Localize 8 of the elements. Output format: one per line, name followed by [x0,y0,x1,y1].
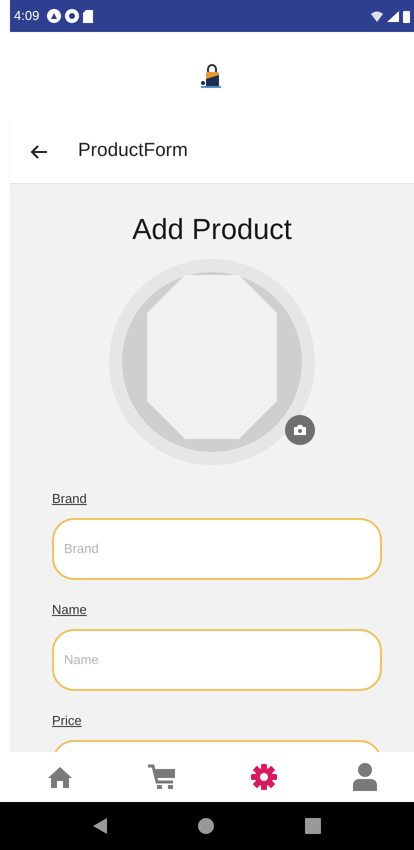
clock-text: 4:09 [14,7,40,26]
input-field[interactable]: Name [52,628,382,690]
input-field[interactable]: Brand [52,518,382,580]
screen-title: ProductForm [78,139,188,164]
field-label: Name [52,600,87,618]
field-label: Price [52,712,82,730]
page-title: Add Product [131,213,293,248]
field-label: Brand [52,490,87,508]
